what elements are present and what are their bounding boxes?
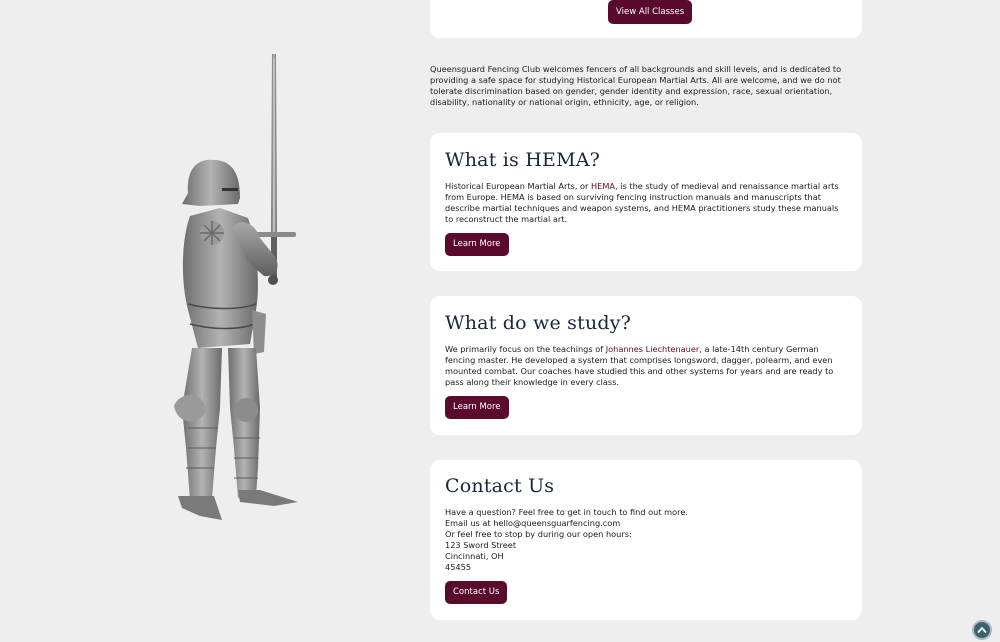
- study-text-start: We primarily focus on the teachings of: [445, 344, 606, 354]
- hema-link[interactable]: HEMA: [591, 181, 615, 191]
- contact-address-city: Cincinnati, OH: [445, 551, 504, 561]
- hema-card: What is HEMA? Historical European Martia…: [430, 133, 862, 271]
- contact-us-button[interactable]: Contact Us: [445, 581, 508, 604]
- view-all-classes-button[interactable]: View All Classes: [608, 0, 693, 24]
- study-card: What do we study? We primarily focus on …: [430, 296, 862, 435]
- contact-line: Or feel free to stop by during our open …: [445, 529, 632, 539]
- hema-description: Historical European Martial Arts, or HEM…: [445, 181, 849, 225]
- club-intro-text: Queensguard Fencing Club welcomes fencer…: [430, 64, 842, 107]
- contact-title: Contact Us: [445, 475, 555, 497]
- liechtenauer-link[interactable]: Johannes Liechtenauer: [606, 344, 700, 354]
- contact-address-street: 123 Sword Street: [445, 540, 517, 550]
- knight-illustration: [174, 54, 298, 520]
- study-learn-more-button[interactable]: Learn More: [445, 396, 509, 419]
- hema-learn-more-button[interactable]: Learn More: [445, 233, 509, 256]
- study-title: What do we study?: [445, 312, 632, 334]
- chevron-up-icon: [977, 627, 987, 633]
- contact-email-line: Email us at hello@queensguarfencing.com: [445, 518, 621, 528]
- scroll-to-top-button[interactable]: [972, 620, 992, 640]
- hema-text-start: Historical European Martial Arts, or: [445, 181, 592, 191]
- contact-details: Have a question? Feel free to get in tou…: [445, 507, 849, 573]
- classes-card: View All Classes: [430, 0, 862, 38]
- hema-title: What is HEMA?: [445, 149, 601, 171]
- contact-address-zip: 45455: [445, 562, 472, 572]
- contact-line: Have a question? Feel free to get in tou…: [445, 507, 688, 517]
- contact-card: Contact Us Have a question? Feel free to…: [430, 460, 862, 620]
- study-description: We primarily focus on the teachings of J…: [445, 344, 849, 388]
